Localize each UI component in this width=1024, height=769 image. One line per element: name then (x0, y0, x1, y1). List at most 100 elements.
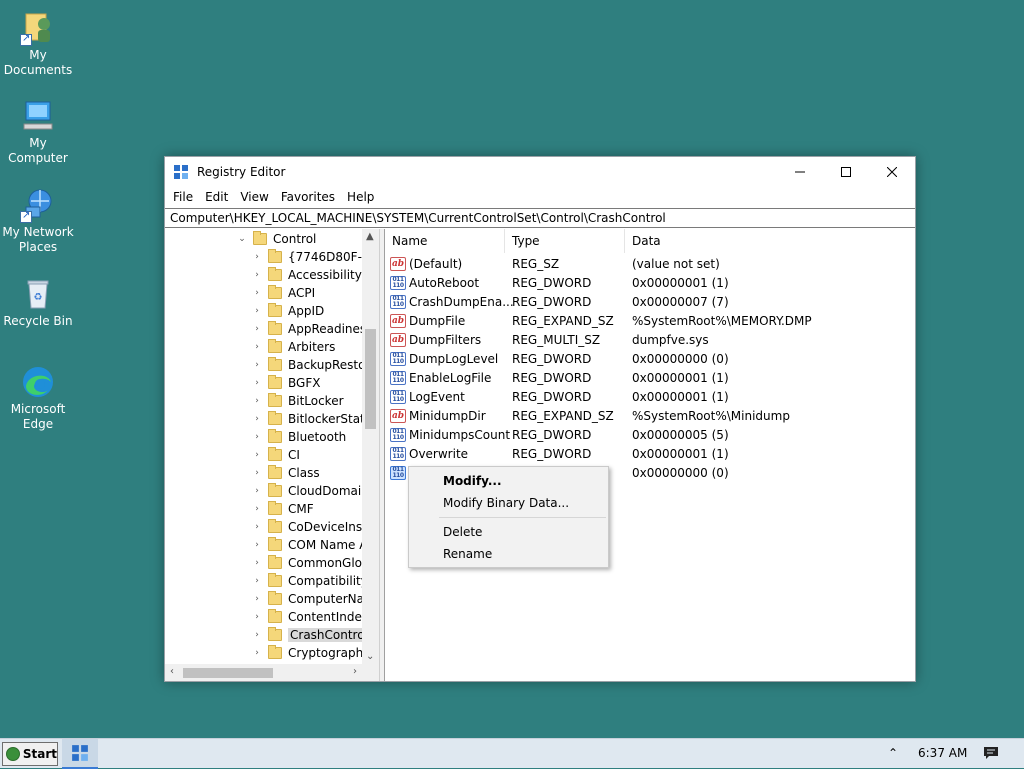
registry-tree-pane[interactable]: ⌄ Control › {7746D80F-97E › AccessibilitySe… (165, 229, 380, 681)
chevron-right-icon[interactable]: › (250, 594, 264, 604)
tree-item[interactable]: › Arbiters (250, 338, 335, 356)
context-menu-rename[interactable]: Rename (409, 543, 608, 565)
value-row[interactable]: 011 110 LogEvent REG_DWORD 0x00000001 (1) (385, 387, 915, 406)
tree-item[interactable]: › Class (250, 464, 320, 482)
tree-item[interactable]: › {7746D80F-97E (250, 248, 379, 266)
menu-view[interactable]: View (234, 190, 274, 204)
context-menu-modify[interactable]: Modify... (409, 470, 608, 492)
tree-item[interactable]: › BackupRestore (250, 356, 378, 374)
context-menu-delete[interactable]: Delete (409, 521, 608, 543)
chevron-down-icon[interactable]: ⌄ (235, 234, 249, 244)
value-row[interactable]: ab DumpFile REG_EXPAND_SZ %SystemRoot%\MEMO… (385, 311, 915, 330)
tree-item[interactable]: › CI (250, 446, 300, 464)
chevron-right-icon[interactable]: › (250, 324, 264, 334)
tree-item[interactable]: › BitlockerStatus (250, 410, 379, 428)
chevron-right-icon[interactable]: › (250, 648, 264, 658)
chevron-right-icon[interactable]: › (250, 252, 264, 262)
scroll-down-icon[interactable]: ⌄ (366, 651, 374, 662)
menu-edit[interactable]: Edit (199, 190, 234, 204)
tree-item[interactable]: › BGFX (250, 374, 320, 392)
value-row[interactable]: 011 110 CrashDumpEna... REG_DWORD 0x00000007… (385, 292, 915, 311)
taskbar-app-registry-editor[interactable] (62, 739, 98, 769)
tree-item[interactable]: › Bluetooth (250, 428, 346, 446)
scroll-thumb[interactable] (365, 329, 376, 429)
tree-item[interactable]: › CommonGlob (250, 554, 370, 572)
chevron-right-icon[interactable]: › (250, 270, 264, 280)
column-header-name[interactable]: Name (385, 229, 505, 253)
chevron-right-icon[interactable]: › (250, 414, 264, 424)
column-header-data[interactable]: Data (625, 229, 915, 253)
address-bar[interactable]: Computer\HKEY_LOCAL_MACHINE\SYSTEM\Curre… (165, 208, 915, 228)
chevron-right-icon[interactable]: › (250, 486, 264, 496)
tree-item[interactable]: › CloudDomainJ (250, 482, 372, 500)
value-row[interactable]: ab DumpFilters REG_MULTI_SZ dumpfve.sys (385, 330, 915, 349)
chevron-right-icon[interactable]: › (250, 504, 264, 514)
title-bar[interactable]: Registry Editor (165, 157, 915, 187)
desktop-icon-network-places[interactable]: My Network Places (0, 187, 76, 255)
chevron-right-icon[interactable]: › (250, 342, 264, 352)
tree-horizontal-scrollbar[interactable]: ‹ › (165, 664, 379, 681)
value-data: 0x00000005 (5) (632, 427, 729, 442)
value-row[interactable]: 011 110 MinidumpsCount REG_DWORD 0x00000005 … (385, 425, 915, 444)
chevron-right-icon[interactable]: › (250, 396, 264, 406)
value-row[interactable]: ab (Default) REG_SZ (value not set) (385, 254, 915, 273)
chevron-right-icon[interactable]: › (250, 558, 264, 568)
maximize-button[interactable] (823, 157, 869, 187)
value-row[interactable]: 011 110 EnableLogFile REG_DWORD 0x00000001 (… (385, 368, 915, 387)
chevron-right-icon[interactable]: › (250, 630, 264, 640)
menu-favorites[interactable]: Favorites (275, 190, 341, 204)
tree-item[interactable]: › COM Name A (250, 536, 367, 554)
tree-item[interactable]: › CrashControl (250, 626, 370, 644)
scroll-left-icon[interactable]: ‹ (170, 666, 174, 677)
chevron-right-icon[interactable]: › (250, 306, 264, 316)
close-button[interactable] (869, 157, 915, 187)
chevron-right-icon[interactable]: › (250, 522, 264, 532)
chevron-right-icon[interactable]: › (250, 360, 264, 370)
minimize-button[interactable] (777, 157, 823, 187)
value-row[interactable]: 011 110 DumpLogLevel REG_DWORD 0x00000000 (0… (385, 349, 915, 368)
tree-item[interactable]: › CMF (250, 500, 314, 518)
start-button[interactable]: Start (2, 742, 58, 766)
tree-vertical-scrollbar[interactable]: ▲ ⌄ (362, 229, 379, 664)
binary-value-icon: 011 110 (390, 275, 406, 290)
scroll-right-icon[interactable]: › (353, 666, 357, 677)
tree-item[interactable]: › Compatibility (250, 572, 368, 590)
desktop-icon-edge[interactable]: Microsoft Edge (0, 364, 76, 432)
value-row[interactable]: ab MinidumpDir REG_EXPAND_SZ %SystemRoot%\M… (385, 406, 915, 425)
chevron-right-icon[interactable]: › (250, 540, 264, 550)
tree-item[interactable]: › AppID (250, 302, 324, 320)
value-row[interactable]: 011 110 Overwrite REG_DWORD 0x00000001 (1) (385, 444, 915, 463)
tree-item[interactable]: › BitLocker (250, 392, 344, 410)
context-menu-modify-binary[interactable]: Modify Binary Data... (409, 492, 608, 514)
scroll-thumb[interactable] (183, 668, 273, 678)
tree-item[interactable]: › Cryptography (250, 644, 370, 662)
chevron-right-icon[interactable]: › (250, 450, 264, 460)
chevron-right-icon[interactable]: › (250, 378, 264, 388)
chevron-right-icon[interactable]: › (250, 468, 264, 478)
tree-item-control[interactable]: ⌄ Control (235, 230, 316, 248)
tree-item[interactable]: › AccessibilitySe (250, 266, 377, 284)
tray-chevron-up-icon[interactable]: ⌃ (888, 746, 898, 760)
chevron-right-icon[interactable]: › (250, 576, 264, 586)
tree-item[interactable]: › AppReadiness (250, 320, 372, 338)
chevron-right-icon[interactable]: › (250, 288, 264, 298)
value-row[interactable]: 011 110 AutoReboot REG_DWORD 0x00000001 (1) (385, 273, 915, 292)
chevron-right-icon[interactable]: › (250, 612, 264, 622)
tree-item[interactable]: › CoDeviceInsta (250, 518, 374, 536)
column-header-type[interactable]: Type (505, 229, 625, 253)
tree-item[interactable]: › ACPI (250, 284, 315, 302)
desktop-icon-my-documents[interactable]: My Documents (0, 10, 76, 78)
value-name: MinidumpDir (409, 408, 486, 423)
menu-file[interactable]: File (167, 190, 199, 204)
menu-help[interactable]: Help (341, 190, 380, 204)
scroll-up-icon[interactable]: ▲ (366, 231, 374, 242)
value-type: REG_DWORD (512, 370, 592, 385)
chevron-right-icon[interactable]: › (250, 432, 264, 442)
notification-icon[interactable] (983, 745, 999, 764)
taskbar-clock[interactable]: 6:37 AM (918, 746, 967, 760)
desktop-icon-my-computer[interactable]: My Computer (0, 98, 76, 166)
tree-item[interactable]: › ComputerNan (250, 590, 372, 608)
desktop-icon-recycle-bin[interactable]: ♻ Recycle Bin (0, 276, 76, 329)
tree-item[interactable]: › ContentIndex (250, 608, 369, 626)
registry-values-pane[interactable]: Name Type Data ab (Default) REG_SZ (value n… (385, 229, 915, 681)
